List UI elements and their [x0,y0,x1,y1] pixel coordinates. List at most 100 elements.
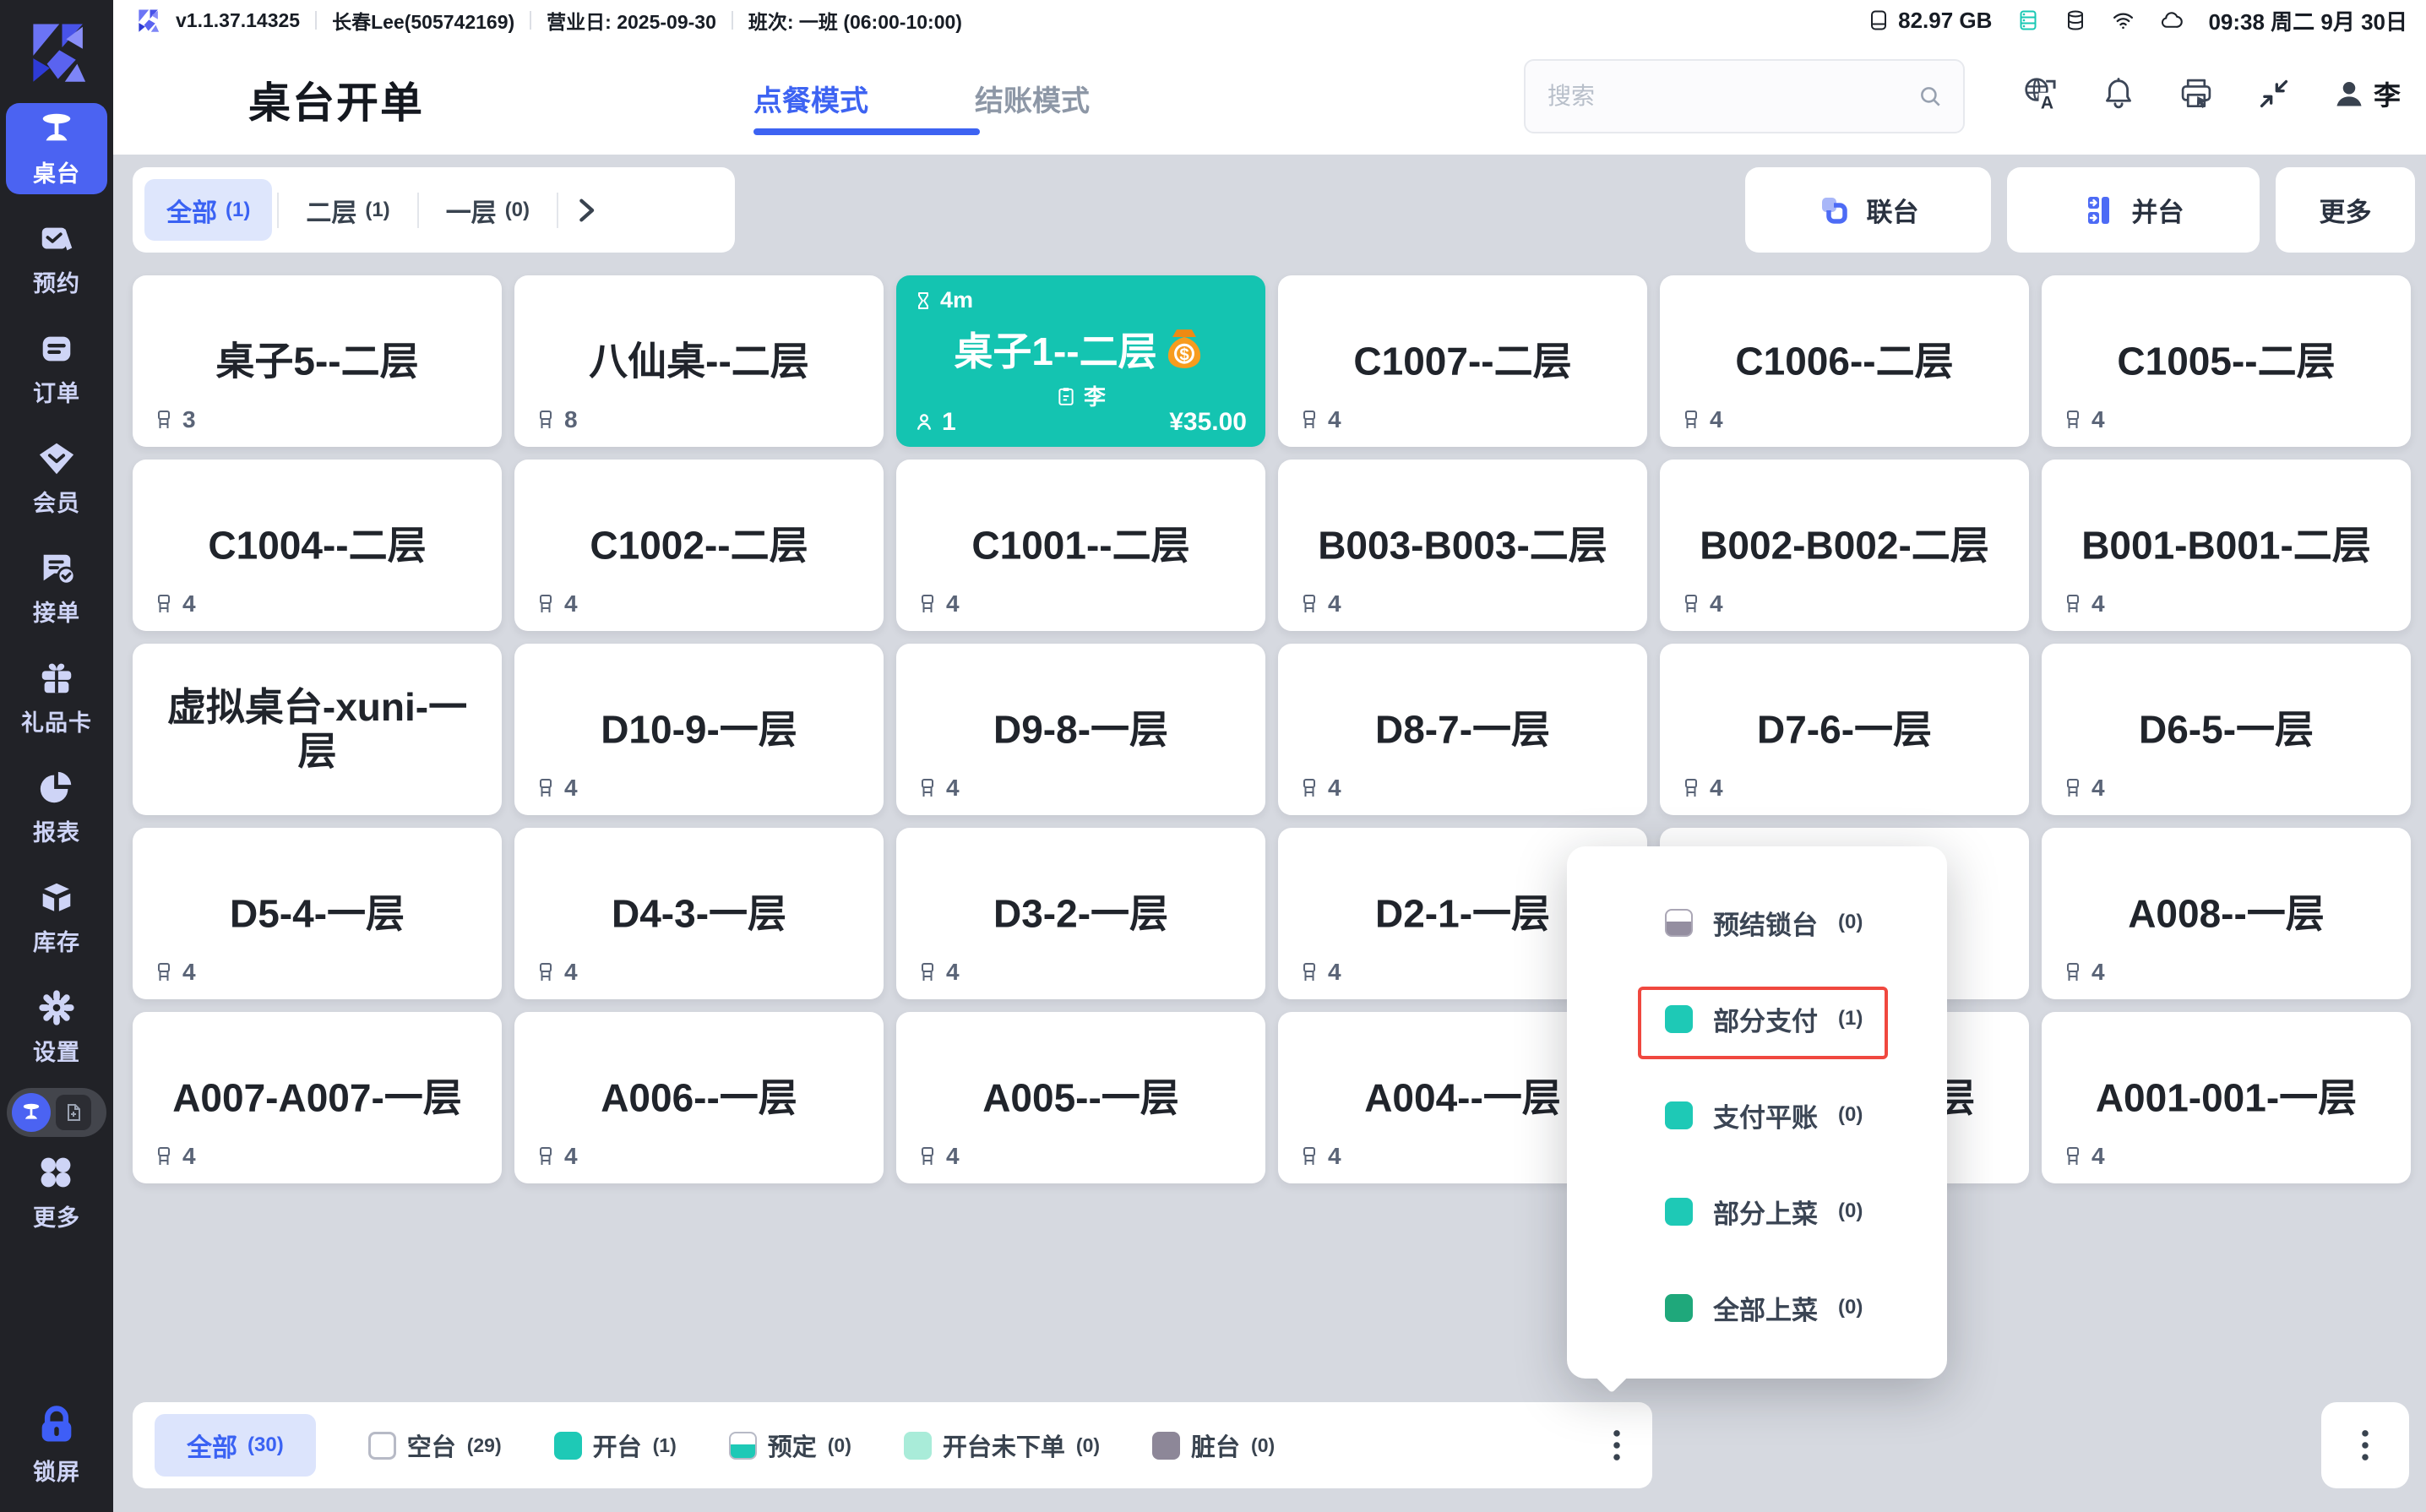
table-seats: 4 [153,1143,196,1170]
popup-item-支付平账[interactable]: 支付平账(0) [1567,1067,1947,1163]
area-tab-label: 二层 [306,192,356,229]
table-seats: 4 [1298,1143,1341,1170]
sidebar-item-订单[interactable]: 订单 [6,323,107,414]
table-card[interactable]: C1002--二层4 [514,460,884,631]
area-tab-二层[interactable]: 二层(1) [284,179,411,241]
legend-item-脏台[interactable]: 脏台(0) [1152,1428,1275,1463]
table-name: C1004--二层 [133,523,502,568]
sidebar-item-报表[interactable]: 报表 [6,762,107,853]
table-card[interactable]: C1006--二层4 [1660,275,2029,447]
table-seats-count: 4 [946,775,960,802]
booking-icon [37,220,76,258]
table-seats-count: 4 [946,1143,960,1170]
table-name: D5-4-一层 [133,891,502,936]
table-card[interactable]: A006--一层4 [514,1012,884,1183]
search-input[interactable] [1546,82,1917,111]
action-button-更多[interactable]: 更多 [2276,167,2415,253]
table-seats-count: 4 [2091,1143,2105,1170]
areas-scroll-chevron-icon[interactable] [572,196,601,225]
table-seats-count: 4 [564,1143,578,1170]
table-seats: 4 [2062,406,2105,433]
chair-icon [535,409,557,431]
area-tab-全部[interactable]: 全部(1) [144,179,272,241]
sidebar-item-桌台[interactable]: 桌台 [6,103,107,194]
table-card[interactable]: D4-3-一层4 [514,828,884,999]
status-legend-bar: 全部 (30) 空台(29) 开台(1) 预定 (0) 开台未下单(0) 脏台(0) [133,1402,1652,1488]
legend-label: 预定 [768,1428,817,1463]
popup-item-部分上菜[interactable]: 部分上菜(0) [1567,1163,1947,1259]
table-seats-count: 4 [1328,1143,1341,1170]
popup-item-部分支付[interactable]: 部分支付(1) [1567,971,1947,1067]
table-card[interactable]: D9-8-一层4 [896,644,1265,815]
language-translate-icon[interactable]: A [2022,75,2059,112]
table-card[interactable]: 虚拟桌台-xuni-一层 [133,644,502,815]
legend-count: (0) [828,1434,851,1457]
table-card[interactable]: D8-7-一层4 [1278,644,1647,815]
table-card[interactable]: B003-B003-二层4 [1278,460,1647,631]
popup-item-全部上菜[interactable]: 全部上菜(0) [1567,1259,1947,1356]
corner-more-button[interactable] [2321,1402,2409,1488]
lock-icon [35,1403,79,1447]
table-card[interactable]: C1001--二层4 [896,460,1265,631]
tab-checkout-mode[interactable]: 结账模式 [975,78,1090,119]
table-card[interactable]: A005--一层4 [896,1012,1265,1183]
sidebar-item-设置[interactable]: 设置 [6,982,107,1073]
table-card[interactable]: A008--一层4 [2042,828,2411,999]
table-view-toggle[interactable] [7,1088,106,1137]
table-status-popup: 预结锁台(0)部分支付(1)支付平账(0)部分上菜(0)全部上菜(0) [1567,846,1947,1379]
table-card[interactable]: C1004--二层4 [133,460,502,631]
sidebar-item-预约[interactable]: 预约 [6,213,107,304]
table-seats-count: 4 [2091,590,2105,617]
legend-item-预定[interactable]: 预定 (0) [729,1428,851,1463]
accept-orders-icon [37,549,76,588]
table-card[interactable]: 4m桌子1--二层$李1¥35.00 [896,275,1265,447]
table-name: C1007--二层 [1278,339,1647,383]
table-name: C1006--二层 [1660,339,2029,383]
table-card[interactable]: B001-B001-二层4 [2042,460,2411,631]
tab-order-mode[interactable]: 点餐模式 [753,78,868,119]
search-icon[interactable] [1917,84,1943,109]
chair-icon [535,1145,557,1167]
sidebar-item-接单[interactable]: 接单 [6,542,107,634]
sidebar-item-lock-screen[interactable]: 锁屏 [6,1399,107,1490]
database-icon [2064,9,2086,31]
notification-bell-icon[interactable] [2100,75,2137,112]
table-card[interactable]: 八仙桌--二层8 [514,275,884,447]
table-card[interactable]: D7-6-一层4 [1660,644,2029,815]
table-card[interactable]: C1005--二层4 [2042,275,2411,447]
area-tab-一层[interactable]: 一层(0) [424,179,552,241]
sidebar-item-label: 设置 [33,1034,80,1067]
action-button-并台[interactable]: 并台 [2007,167,2260,253]
chair-icon [153,961,175,983]
collapse-window-icon[interactable] [2255,75,2293,112]
sidebar-item-库存[interactable]: 库存 [6,872,107,963]
sidebar: 桌台预约订单会员接单礼品卡报表库存设置 更多 锁屏 [0,0,113,1512]
table-card[interactable]: D5-4-一层4 [133,828,502,999]
printer-icon[interactable] [2178,75,2215,112]
table-card[interactable]: C1007--二层4 [1278,275,1647,447]
table-card[interactable]: B002-B002-二层4 [1660,460,2029,631]
table-card[interactable]: A007-A007-一层4 [133,1012,502,1183]
action-button-label: 更多 [2320,191,2372,229]
table-card[interactable]: D10-9-一层4 [514,644,884,815]
legend-item-空台[interactable]: 空台(29) [368,1428,502,1463]
gift-card-icon [37,659,76,698]
table-card[interactable]: D6-5-一层4 [2042,644,2411,815]
filter-divider [417,193,419,228]
header-icon-row: A 李 [2022,74,2401,113]
sidebar-item-礼品卡[interactable]: 礼品卡 [6,652,107,743]
popup-item-label: 支付平账 [1713,1096,1818,1134]
sidebar-item-more[interactable]: 更多 [6,1147,107,1238]
legend-item-开台[interactable]: 开台(1) [554,1428,677,1463]
sidebar-item-会员[interactable]: 会员 [6,432,107,524]
table-name: D8-7-一层 [1278,707,1647,752]
legend-item-开台未下单[interactable]: 开台未下单(0) [904,1428,1100,1463]
table-card[interactable]: A001-001-一层4 [2042,1012,2411,1183]
table-card[interactable]: D3-2-一层4 [896,828,1265,999]
legend-more-kebab-icon[interactable] [1603,1420,1630,1471]
user-chip[interactable]: 李 [2333,74,2401,113]
table-card[interactable]: 桌子5--二层3 [133,275,502,447]
action-button-联台[interactable]: 联台 [1745,167,1991,253]
popup-item-预结锁台[interactable]: 预结锁台(0) [1567,874,1947,971]
legend-all-pill[interactable]: 全部 (30) [155,1414,316,1477]
